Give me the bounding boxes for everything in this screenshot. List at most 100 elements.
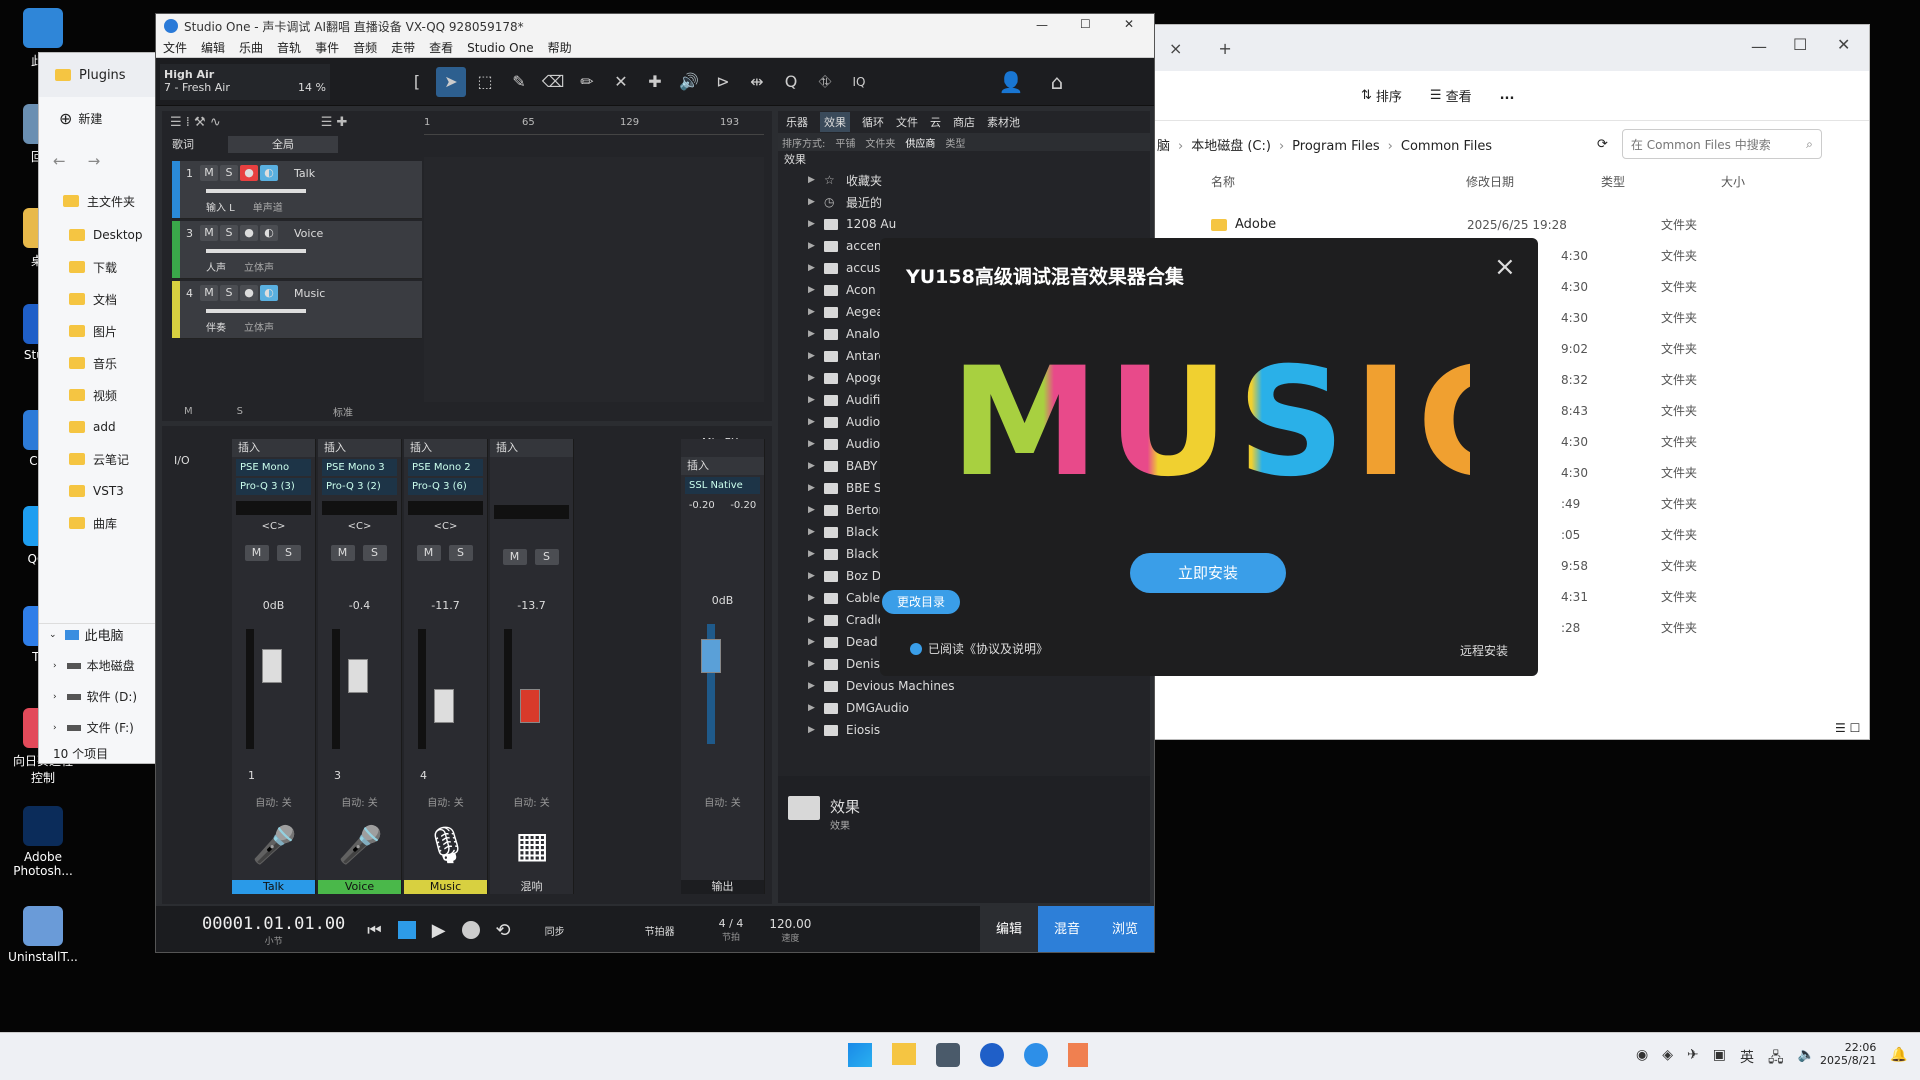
track-mode[interactable]: 单声道 [253, 199, 283, 214]
start-icon[interactable] [848, 1043, 872, 1067]
record-icon[interactable] [461, 921, 480, 939]
nav-item[interactable]: add [39, 411, 161, 443]
eraser-tool-icon[interactable]: ⌫ [538, 67, 568, 97]
solo-button[interactable]: S [220, 285, 238, 301]
track-name[interactable]: Voice [294, 227, 323, 240]
snap-icon[interactable]: ⊳ [708, 67, 738, 97]
loop-icon[interactable]: ⟲ [496, 920, 511, 941]
clock-date[interactable]: 2025/8/21 [1820, 1054, 1876, 1067]
column-header-item[interactable]: 修改日期 [1466, 173, 1514, 190]
agree-label[interactable]: 已阅读《协议及说明》 [928, 640, 1048, 657]
arrow-tool-icon[interactable]: ➤ [436, 66, 466, 97]
io-label[interactable]: I/O [174, 454, 190, 467]
tree-this-pc[interactable]: ⌄ 此电脑 [49, 619, 124, 650]
breadcrumb-item[interactable]: Program Files [1292, 139, 1380, 154]
refresh-icon[interactable]: ⟳ [1597, 137, 1608, 152]
pan-knob[interactable] [494, 505, 569, 519]
insert-header[interactable]: 插入 [318, 439, 401, 457]
channel-fader[interactable] [520, 689, 540, 723]
automation-mode[interactable]: 自动: 关 [490, 794, 573, 809]
bracket-icon[interactable]: [ [402, 67, 432, 97]
insert-slot[interactable]: PSE Mono [236, 459, 311, 476]
menu-item[interactable]: 编辑 [201, 39, 225, 56]
menu-item[interactable]: 查看 [429, 39, 453, 56]
output-auto[interactable]: 自动: 关 [681, 794, 764, 809]
mute-button[interactable]: M [200, 165, 218, 181]
quantize-icon[interactable]: Q [776, 67, 806, 97]
user-icon[interactable]: 👤 [996, 67, 1026, 97]
volume-icon[interactable]: 🔈 [1798, 1047, 1815, 1071]
tray-icon-4[interactable]: ▣ [1713, 1047, 1726, 1071]
autoscroll-icon[interactable]: ⛗ [810, 67, 840, 97]
range-tool-icon[interactable]: ⬚ [470, 67, 500, 97]
solo-button[interactable]: S [534, 549, 559, 565]
desktop-icon[interactable]: UninstallT... [8, 906, 78, 964]
minimize-icon[interactable]: — [1751, 37, 1767, 56]
column-header-item[interactable]: 大小 [1721, 173, 1745, 190]
pan-knob[interactable] [408, 501, 483, 515]
tab-close-icon[interactable]: × [1169, 39, 1182, 58]
track-input[interactable]: 人声 [206, 259, 226, 274]
browser-item[interactable]: ▶ DMGAudio [778, 697, 1150, 719]
menu-item[interactable]: Studio One [467, 41, 533, 55]
play-icon[interactable]: ▶ [432, 920, 446, 941]
record-arm-button[interactable]: ● [240, 165, 258, 181]
pencil-tool-icon[interactable]: ✏ [572, 67, 602, 97]
insert-slot[interactable]: PSE Mono 3 [322, 459, 397, 476]
insert-slot[interactable]: Pro-Q 3 (2) [322, 478, 397, 495]
browser-tab[interactable]: 云 [930, 114, 941, 130]
view-button[interactable]: 查看 [1446, 86, 1472, 105]
nav-item[interactable]: 视频 [39, 379, 161, 411]
agree-checkbox[interactable] [910, 642, 922, 655]
output-insert-slot[interactable]: SSL Native [685, 477, 760, 494]
minimize-icon[interactable]: — [1036, 18, 1048, 32]
mute-button[interactable]: M [200, 225, 218, 241]
back-icon[interactable]: ← [53, 152, 66, 170]
studio-one-icon[interactable] [980, 1043, 1004, 1067]
preset-selector[interactable]: High Air 7 - Fresh Air 14 % [160, 63, 330, 100]
tray-icon-2[interactable]: ◈ [1662, 1047, 1673, 1071]
browser-tab[interactable]: 文件 [896, 114, 918, 130]
details-view-icon[interactable]: ☰ ☐ [1835, 721, 1860, 735]
browser-item[interactable]: ▶ ☆ 收藏夹 [778, 169, 1150, 191]
page-tab[interactable]: 浏览 [1096, 906, 1154, 952]
insert-slot[interactable]: Pro-Q 3 (6) [408, 478, 483, 495]
studio-taskbar-icon[interactable] [936, 1043, 960, 1067]
page-tab[interactable]: 编辑 [980, 906, 1038, 952]
column-header-item[interactable]: 名称 [1211, 173, 1235, 190]
track-volume-bar[interactable] [206, 189, 306, 193]
drive-item[interactable]: › 文件 (F:) [53, 712, 137, 743]
remote-install-link[interactable]: 远程安装 [1460, 642, 1508, 659]
browser-tab[interactable]: 商店 [953, 114, 975, 130]
browser-tab[interactable]: 效果 [820, 112, 850, 132]
menu-item[interactable]: 音轨 [277, 39, 301, 56]
bend-tool-icon[interactable]: ✚ [640, 67, 670, 97]
mute-tool-icon[interactable]: ✕ [606, 67, 636, 97]
nav-item[interactable]: 下载 [39, 251, 161, 283]
insert-header[interactable]: 插入 [490, 439, 573, 457]
file-row[interactable]: Adobe 2025/6/25 19:28 文件夹 [1207, 209, 1807, 240]
nav-item[interactable]: Desktop [39, 219, 161, 251]
arrange-area[interactable] [424, 157, 764, 402]
channel-fader[interactable] [434, 689, 454, 723]
sort-option[interactable]: 供应商 [905, 139, 935, 150]
rewind-icon[interactable]: ⏮ [367, 920, 381, 940]
iq-button[interactable]: IQ [844, 67, 874, 97]
browser-item[interactable]: ▶ Eiosis [778, 719, 1150, 741]
browser-item[interactable]: ▶ 1208 Au [778, 213, 1150, 235]
tray-icon-3[interactable]: ✈ [1687, 1047, 1699, 1071]
browser-tab[interactable]: 素材池 [987, 114, 1020, 130]
monitor-button[interactable]: ◐ [260, 285, 278, 301]
track-input[interactable]: 伴奏 [206, 319, 226, 334]
insert-header[interactable]: 插入 [404, 439, 487, 457]
track-name[interactable]: Talk [294, 167, 315, 180]
desktop-icon[interactable]: Adobe Photosh... [8, 806, 78, 878]
output-insert-header[interactable]: 插入 [681, 457, 764, 475]
ime-indicator[interactable]: 英 [1740, 1047, 1754, 1071]
sort-option[interactable]: 类型 [945, 139, 965, 150]
search-input[interactable]: 在 Common Files 中搜索 ⌕ [1621, 129, 1822, 159]
maximize-icon[interactable]: ☐ [1793, 35, 1807, 54]
listen-tool-icon[interactable]: 🔊 [674, 67, 704, 97]
insert-slot[interactable]: PSE Mono 2 [408, 459, 483, 476]
tray-icon[interactable]: ◉ [1636, 1047, 1648, 1071]
